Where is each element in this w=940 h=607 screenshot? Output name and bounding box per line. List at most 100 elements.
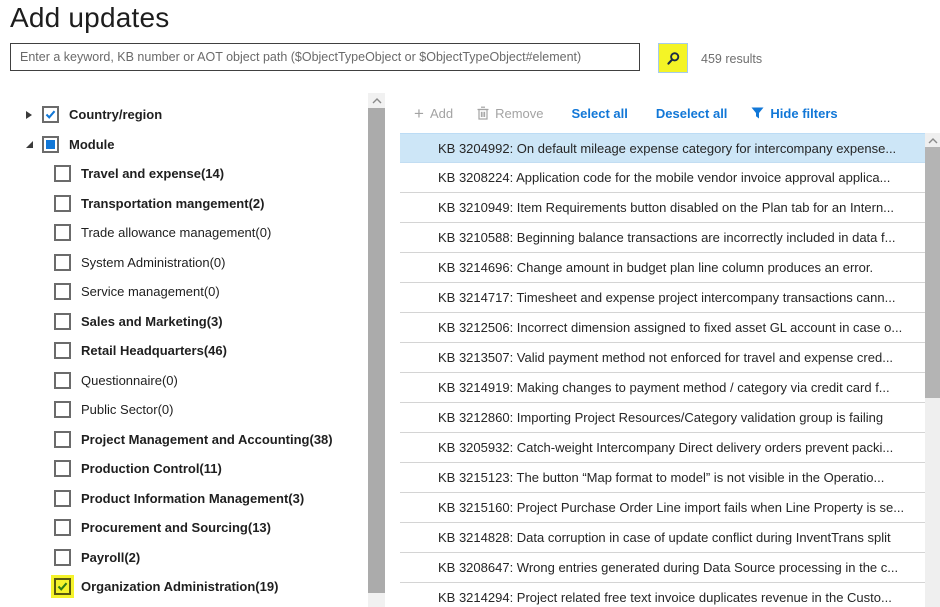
checkbox-unchecked[interactable] <box>54 195 71 212</box>
tree-item-label: Project Management and Accounting(38) <box>81 432 333 447</box>
collapse-arrow-icon[interactable] <box>25 140 36 149</box>
select-all-button[interactable]: Select all <box>572 106 628 121</box>
tree-item[interactable]: Payroll(2) <box>0 543 368 573</box>
tree-item-label: Questionnaire(0) <box>81 373 178 388</box>
remove-button[interactable]: Remove <box>477 106 543 121</box>
kb-result-row[interactable]: KB 3214919: Making changes to payment me… <box>400 373 925 403</box>
kb-result-row[interactable]: KB 3215123: The button “Map format to mo… <box>400 463 925 493</box>
checkbox-unchecked[interactable] <box>54 519 71 536</box>
checkbox-unchecked[interactable] <box>54 401 71 418</box>
kb-result-text: KB 3208224: Application code for the mob… <box>438 170 890 185</box>
checkbox-unchecked[interactable] <box>54 460 71 477</box>
kb-result-row[interactable]: KB 3204992: On default mileage expense c… <box>400 133 925 163</box>
kb-result-row[interactable]: KB 3214696: Change amount in budget plan… <box>400 253 925 283</box>
tree-item-label: Public Sector(0) <box>81 402 173 417</box>
add-button-label: Add <box>430 106 453 121</box>
kb-result-text: KB 3205932: Catch-weight Intercompany Di… <box>438 440 893 455</box>
filter-funnel-icon <box>751 107 764 119</box>
tree-item-label: Trade allowance management(0) <box>81 225 271 240</box>
tree-item[interactable]: Public Sector(0) <box>0 395 368 425</box>
plus-icon: + <box>414 105 424 122</box>
tree-item[interactable]: Service management(0) <box>0 277 368 307</box>
deselect-all-button[interactable]: Deselect all <box>656 106 728 121</box>
kb-result-row[interactable]: KB 3210949: Item Requirements button dis… <box>400 193 925 223</box>
checkbox-unchecked[interactable] <box>54 283 71 300</box>
kb-result-text: KB 3212506: Incorrect dimension assigned… <box>438 320 902 335</box>
tree-item[interactable]: Questionnaire(0) <box>0 366 368 396</box>
tree-item[interactable]: System Administration(0) <box>0 248 368 278</box>
kb-result-row[interactable]: KB 3214828: Data corruption in case of u… <box>400 523 925 553</box>
scrollbar-thumb[interactable] <box>925 147 940 398</box>
kb-result-text: KB 3214919: Making changes to payment me… <box>438 380 890 395</box>
checkbox-unchecked[interactable] <box>54 313 71 330</box>
kb-result-row[interactable]: KB 3214717: Timesheet and expense projec… <box>400 283 925 313</box>
page-title: Add updates <box>10 2 169 34</box>
tree-item[interactable]: Procurement and Sourcing(13) <box>0 513 368 543</box>
add-button[interactable]: + Add <box>414 105 453 122</box>
checkbox-unchecked[interactable] <box>54 342 71 359</box>
tree-item-label: Module <box>69 137 115 152</box>
checkbox-unchecked[interactable] <box>54 372 71 389</box>
tree-item-label: Product Information Management(3) <box>81 491 304 506</box>
checkbox-indeterminate[interactable] <box>42 136 59 153</box>
kb-result-row[interactable]: KB 3205932: Catch-weight Intercompany Di… <box>400 433 925 463</box>
tree-item[interactable]: Country/region <box>0 100 368 130</box>
kb-result-row[interactable]: KB 3213507: Valid payment method not enf… <box>400 343 925 373</box>
filter-panel: Country/region Module Travel and expense(1… <box>0 93 390 607</box>
tree-item-label: Service management(0) <box>81 284 220 299</box>
tree-item[interactable]: Travel and expense(14) <box>0 159 368 189</box>
kb-result-text: KB 3214696: Change amount in budget plan… <box>438 260 873 275</box>
tree-item[interactable]: Production Control(11) <box>0 454 368 484</box>
tree-item[interactable]: Organization Administration(19) <box>0 572 368 602</box>
search-button[interactable] <box>658 43 688 73</box>
kb-result-text: KB 3208647: Wrong entries generated duri… <box>438 560 898 575</box>
results-scrollbar[interactable] <box>925 133 940 607</box>
tree-item-label: Production Control(11) <box>81 461 222 476</box>
checkbox-unchecked[interactable] <box>54 224 71 241</box>
checkbox-unchecked[interactable] <box>54 165 71 182</box>
scroll-up-icon[interactable] <box>368 93 385 108</box>
kb-result-text: KB 3212860: Importing Project Resources/… <box>438 410 883 425</box>
kb-result-row[interactable]: KB 3212506: Incorrect dimension assigned… <box>400 313 925 343</box>
checkbox-unchecked[interactable] <box>54 490 71 507</box>
kb-result-text: KB 3214294: Project related free text in… <box>438 590 892 605</box>
checkbox-unchecked[interactable] <box>54 254 71 271</box>
tree-item[interactable]: Product Information Management(3) <box>0 484 368 514</box>
remove-button-label: Remove <box>495 106 543 121</box>
checkbox-checked[interactable] <box>42 106 59 123</box>
scroll-up-icon[interactable] <box>925 133 940 148</box>
tree-item-label: Payroll(2) <box>81 550 140 565</box>
kb-result-row[interactable]: KB 3210588: Beginning balance transactio… <box>400 223 925 253</box>
kb-result-row[interactable]: KB 3208647: Wrong entries generated duri… <box>400 553 925 583</box>
filter-scrollbar[interactable] <box>368 93 385 607</box>
filter-tree: Country/region Module Travel and expense(1… <box>0 93 368 602</box>
checkbox-checked-highlighted[interactable] <box>54 578 71 595</box>
deselect-all-label: Deselect all <box>656 106 728 121</box>
search-input[interactable] <box>10 43 640 71</box>
kb-result-row[interactable]: KB 3215160: Project Purchase Order Line … <box>400 493 925 523</box>
tree-item[interactable]: Retail Headquarters(46) <box>0 336 368 366</box>
hide-filters-label: Hide filters <box>770 106 837 121</box>
kb-result-row[interactable]: KB 3208224: Application code for the mob… <box>400 163 925 193</box>
kb-result-row[interactable]: KB 3212860: Importing Project Resources/… <box>400 403 925 433</box>
checkbox-unchecked[interactable] <box>54 431 71 448</box>
hide-filters-button[interactable]: Hide filters <box>751 106 837 121</box>
tree-item-label: Retail Headquarters(46) <box>81 343 227 358</box>
tree-item-label: Transportation mangement(2) <box>81 196 264 211</box>
tree-item[interactable]: Transportation mangement(2) <box>0 189 368 219</box>
tree-item-label: Organization Administration(19) <box>81 579 278 594</box>
expand-arrow-icon[interactable] <box>25 110 36 120</box>
kb-result-text: KB 3215160: Project Purchase Order Line … <box>438 500 904 515</box>
tree-item[interactable]: Sales and Marketing(3) <box>0 307 368 337</box>
checkbox-unchecked[interactable] <box>54 549 71 566</box>
kb-result-text: KB 3213507: Valid payment method not enf… <box>438 350 893 365</box>
tree-item[interactable]: Trade allowance management(0) <box>0 218 368 248</box>
scrollbar-thumb[interactable] <box>368 108 385 593</box>
kb-result-text: KB 3214717: Timesheet and expense projec… <box>438 290 895 305</box>
tree-item[interactable]: Module <box>0 130 368 160</box>
trash-icon <box>477 106 489 120</box>
magnifier-icon <box>666 51 681 66</box>
kb-result-row[interactable]: KB 3214294: Project related free text in… <box>400 583 925 607</box>
tree-item[interactable]: Project Management and Accounting(38) <box>0 425 368 455</box>
tree-item-label: System Administration(0) <box>81 255 226 270</box>
